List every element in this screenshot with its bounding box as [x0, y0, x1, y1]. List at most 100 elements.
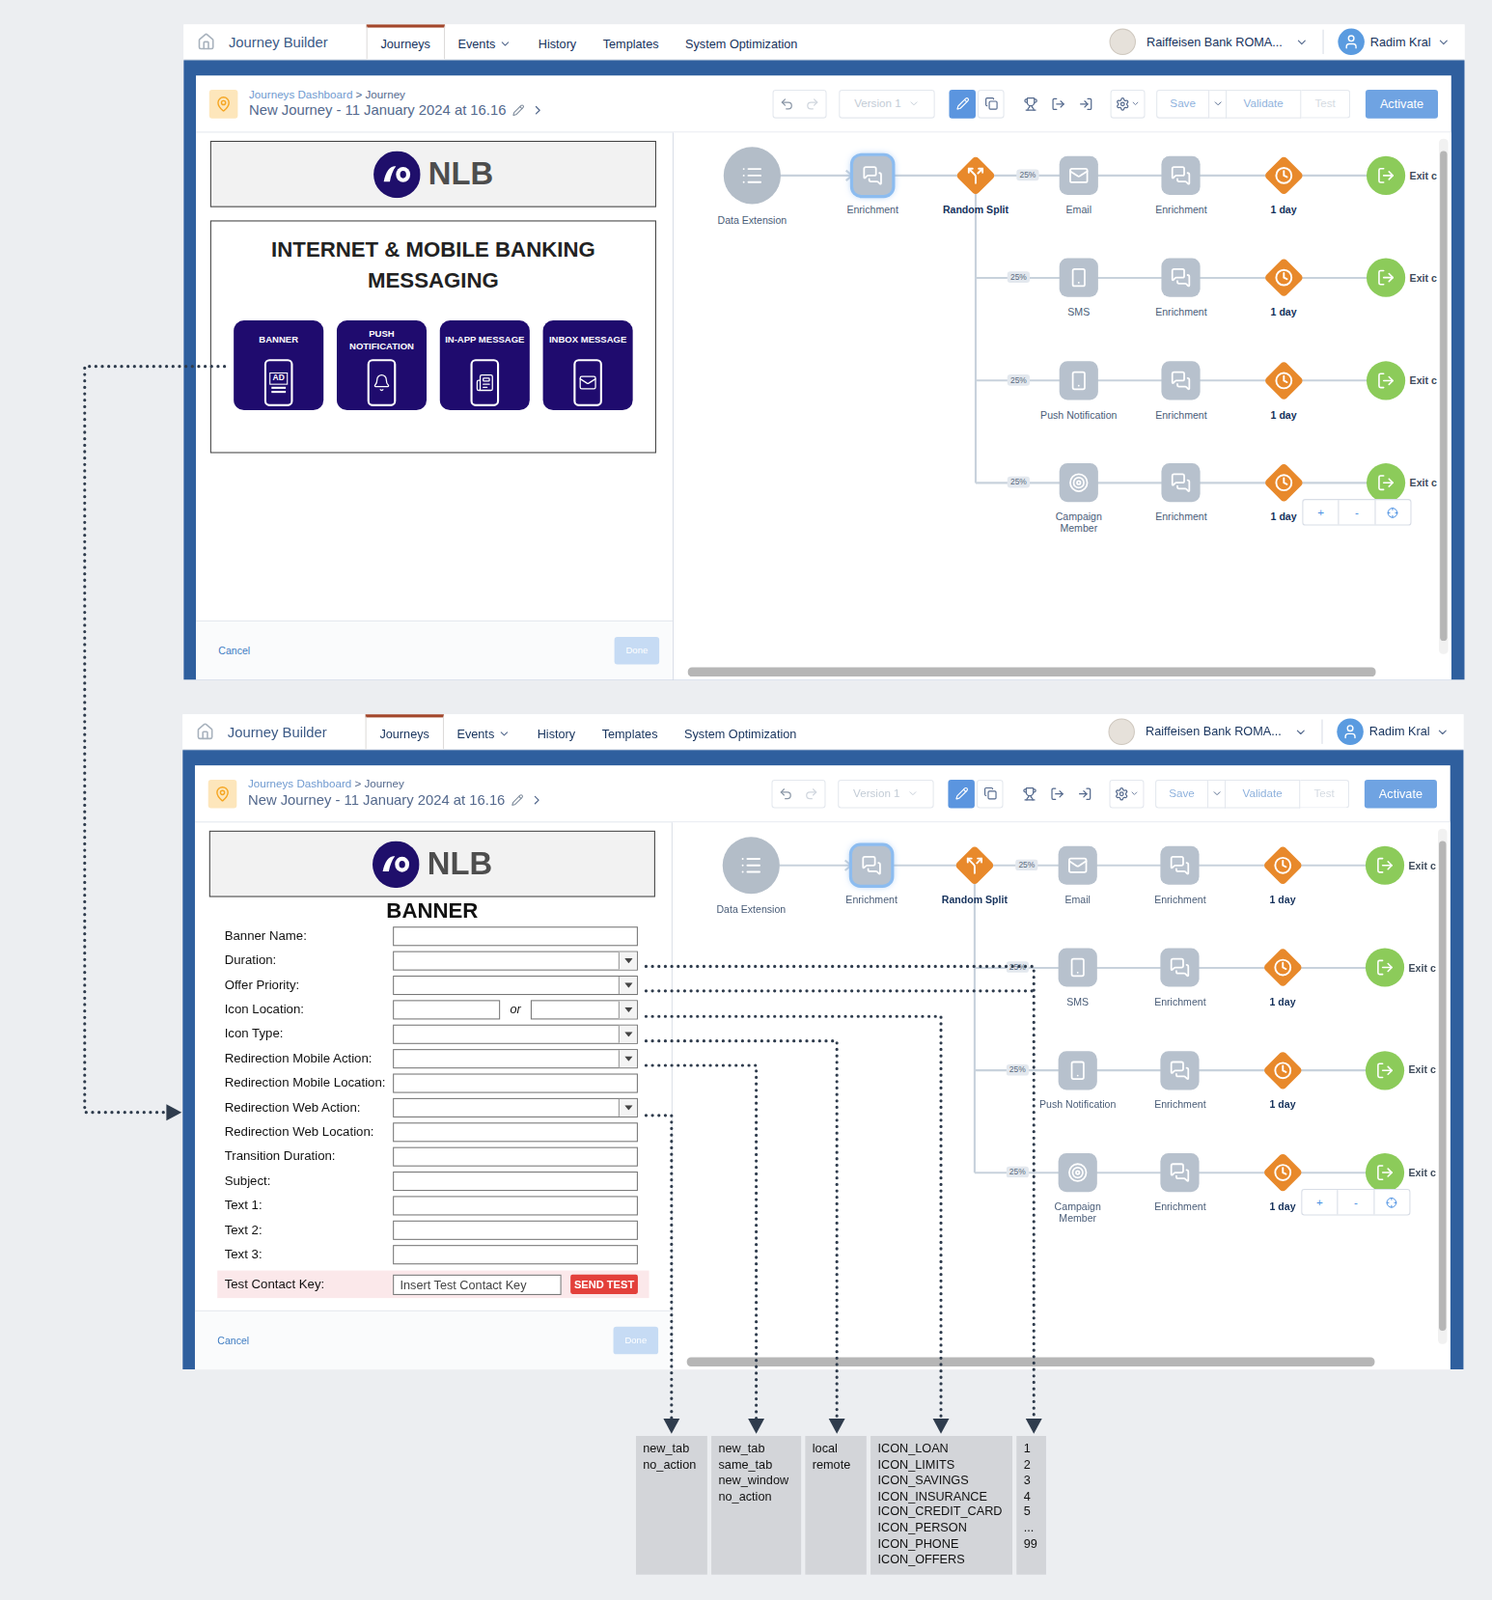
- validate-button[interactable]: Validate: [1225, 778, 1300, 808]
- zoom-button[interactable]: -: [1339, 499, 1376, 525]
- enrichment-node[interactable]: Enrichment: [1131, 1049, 1230, 1110]
- nav-tab[interactable]: System Optimization: [670, 714, 810, 749]
- text-field[interactable]: [392, 1244, 638, 1265]
- zoom-button[interactable]: +: [1301, 1189, 1338, 1215]
- user-name[interactable]: Radim Kral: [1370, 32, 1432, 52]
- validate-button[interactable]: Validate: [1226, 89, 1301, 119]
- text-field[interactable]: [392, 926, 638, 946]
- enrichment-node[interactable]: Enrichment: [1131, 1152, 1230, 1213]
- zoom-button[interactable]: +: [1302, 499, 1339, 525]
- send-test-button[interactable]: SEND TEST: [570, 1274, 638, 1295]
- journey-canvas[interactable]: Data ExtensionEnrichmentRandom Split25%E…: [672, 822, 1451, 1370]
- chevron-right-icon[interactable]: [530, 103, 546, 118]
- settings-button[interactable]: [1109, 778, 1145, 808]
- exit-node[interactable]: Exit c: [1366, 463, 1437, 502]
- save-menu-button[interactable]: [1209, 89, 1227, 119]
- chevron-right-icon[interactable]: [529, 793, 545, 808]
- exit-node[interactable]: Exit c: [1366, 156, 1437, 195]
- activity-node[interactable]: SMS: [1029, 257, 1129, 318]
- text-field[interactable]: [392, 1219, 638, 1240]
- entry-node[interactable]: Data Extension: [703, 146, 802, 225]
- nav-tab[interactable]: Templates: [588, 714, 671, 749]
- enrichment-node[interactable]: Enrichment: [1131, 947, 1230, 1008]
- select-field[interactable]: [392, 1049, 638, 1069]
- trophy-icon[interactable]: [1023, 96, 1039, 111]
- exit-node[interactable]: Exit c: [1366, 360, 1437, 400]
- activity-node[interactable]: Campaign Member: [1028, 1152, 1128, 1224]
- done-button[interactable]: Done: [614, 636, 661, 665]
- enrichment-node[interactable]: Enrichment: [1131, 845, 1230, 906]
- zoom-fit-button[interactable]: [1375, 499, 1410, 525]
- save-button[interactable]: Save: [1156, 89, 1210, 119]
- edit-button[interactable]: [948, 89, 975, 119]
- text-field[interactable]: [392, 1122, 638, 1142]
- cancel-button[interactable]: Cancel: [217, 1332, 249, 1349]
- activity-node[interactable]: Email: [1028, 845, 1128, 906]
- settings-button[interactable]: [1110, 89, 1146, 119]
- wait-node[interactable]: 1 day: [1233, 947, 1332, 1008]
- pencil-icon[interactable]: [511, 794, 525, 807]
- business-unit[interactable]: Raiffeisen Bank ROMA...: [1146, 32, 1283, 52]
- exit-node[interactable]: Exit c: [1365, 1050, 1437, 1090]
- nav-tab[interactable]: Templates: [589, 24, 672, 59]
- enrichment-node[interactable]: Enrichment: [1132, 155, 1231, 216]
- pencil-icon[interactable]: [512, 104, 525, 117]
- exit-criteria-icon[interactable]: [1050, 96, 1066, 111]
- select-field[interactable]: [530, 999, 638, 1020]
- nav-tab[interactable]: Journeys: [365, 714, 444, 749]
- activity-node[interactable]: SMS: [1028, 947, 1128, 1008]
- home-icon[interactable]: [196, 32, 216, 52]
- copy-button[interactable]: [977, 89, 1004, 119]
- redo-icon[interactable]: [805, 96, 821, 111]
- undo-icon[interactable]: [779, 96, 795, 111]
- split-node[interactable]: Random Split: [926, 155, 1025, 216]
- channel-tile[interactable]: PUSH NOTIFICATION: [336, 320, 427, 411]
- test-contact-input[interactable]: Insert Test Contact Key: [392, 1273, 561, 1295]
- nav-tab[interactable]: History: [524, 714, 589, 749]
- undo-icon[interactable]: [778, 786, 794, 802]
- exit-criteria-icon[interactable]: [1049, 786, 1065, 802]
- copy-button[interactable]: [976, 778, 1003, 808]
- select-field[interactable]: [392, 1097, 638, 1117]
- activate-button[interactable]: Activate: [1365, 89, 1438, 119]
- text-field[interactable]: [392, 1073, 638, 1093]
- select-field[interactable]: [392, 1023, 638, 1044]
- trophy-icon[interactable]: [1022, 786, 1038, 802]
- wait-node[interactable]: 1 day: [1234, 155, 1333, 216]
- chevron-down-icon[interactable]: [1436, 34, 1451, 49]
- exit-node[interactable]: Exit c: [1365, 846, 1437, 885]
- edit-button[interactable]: [947, 778, 974, 808]
- activity-node[interactable]: Email: [1029, 155, 1129, 216]
- entry-node[interactable]: Data Extension: [702, 836, 802, 915]
- text-field[interactable]: [392, 1146, 638, 1166]
- entry-settings-icon[interactable]: [1077, 96, 1093, 111]
- save-button[interactable]: Save: [1155, 778, 1209, 808]
- chevron-down-icon[interactable]: [1436, 724, 1450, 739]
- text-field[interactable]: [392, 999, 500, 1020]
- vertical-scrollbar[interactable]: [1438, 138, 1449, 655]
- cancel-button[interactable]: Cancel: [218, 642, 250, 659]
- zoom-fit-button[interactable]: [1374, 1189, 1410, 1215]
- exit-node[interactable]: Exit c: [1366, 258, 1437, 298]
- redo-icon[interactable]: [804, 786, 820, 802]
- breadcrumb-link[interactable]: Journeys Dashboard: [248, 777, 352, 792]
- enrichment-node[interactable]: Enrichment: [822, 845, 921, 906]
- done-button[interactable]: Done: [613, 1326, 660, 1355]
- enrichment-node[interactable]: Enrichment: [823, 155, 922, 216]
- channel-tile[interactable]: BANNERAD: [233, 320, 324, 411]
- enrichment-node[interactable]: Enrichment: [1132, 359, 1231, 420]
- channel-tile[interactable]: IN-APP MESSAGE: [440, 320, 530, 411]
- wait-node[interactable]: 1 day: [1234, 257, 1333, 318]
- wait-node[interactable]: 1 day: [1233, 845, 1332, 906]
- nav-tab[interactable]: Events: [443, 714, 525, 749]
- journey-name[interactable]: New Journey - 11 January 2024 at 16.16: [248, 101, 506, 120]
- vertical-scrollbar[interactable]: [1437, 828, 1448, 1345]
- text-field[interactable]: [392, 1195, 638, 1216]
- select-field[interactable]: [392, 974, 638, 995]
- channel-tile[interactable]: INBOX MESSAGE: [543, 320, 634, 411]
- wait-node[interactable]: 1 day: [1234, 359, 1333, 420]
- nav-tab[interactable]: System Optimization: [671, 24, 811, 59]
- activity-node[interactable]: Campaign Member: [1029, 462, 1129, 534]
- breadcrumb-link[interactable]: Journeys Dashboard: [248, 87, 353, 102]
- text-field[interactable]: [392, 1170, 638, 1190]
